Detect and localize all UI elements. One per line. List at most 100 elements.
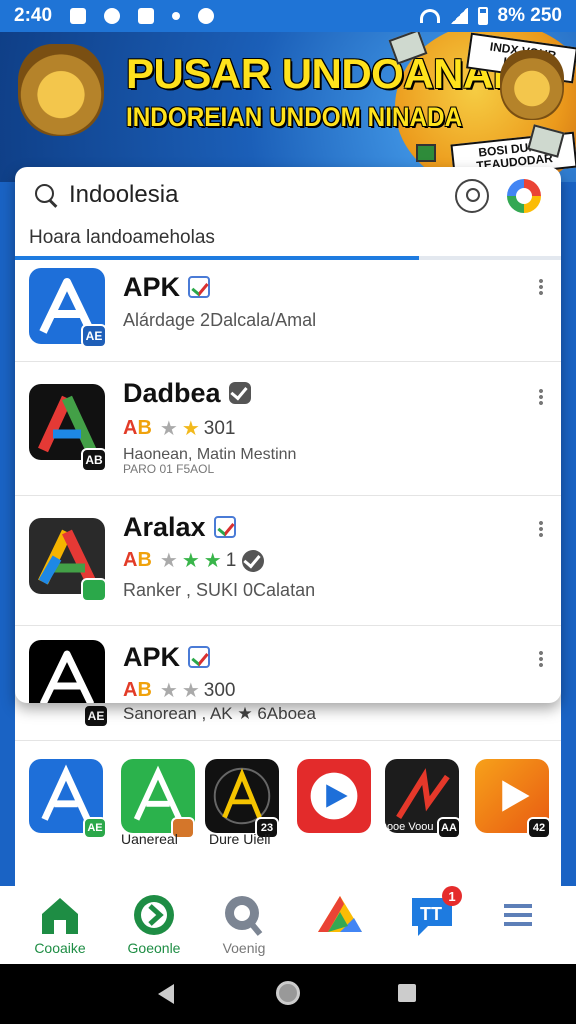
recents-icon[interactable] [398, 984, 416, 1002]
app-name: Dadbea [123, 378, 251, 409]
battery-icon [477, 7, 488, 25]
star-icon: ★ [181, 550, 200, 572]
star-icon: ★ [203, 550, 222, 572]
grid-badge: 42 [527, 817, 551, 839]
back-icon[interactable] [158, 984, 174, 1004]
battery-text: 8% 250 [497, 5, 562, 26]
rating-ab-mark: AB [123, 417, 152, 439]
nav-item-menu[interactable] [478, 892, 558, 962]
nav-item-search[interactable]: Voenig [204, 892, 284, 962]
grid-badge: AE [83, 817, 107, 839]
nav-item-share[interactable]: Goeonle [114, 892, 194, 962]
search-bar [15, 167, 561, 223]
app-badge: AE [83, 704, 109, 728]
app-name-text: Dadbea [123, 378, 221, 408]
nav-item-drive[interactable] [300, 892, 380, 962]
app-name-text: APK [123, 272, 181, 302]
star-icon: ★ [181, 680, 200, 702]
result-row[interactable]: APK AB ★ ★ 300 [15, 626, 561, 703]
a-logo-icon [39, 650, 95, 703]
star-icon: ★ [159, 418, 178, 440]
search-panel: Hoara landoameholas AE APK Alárdage 2Dal… [15, 167, 561, 703]
app-name: Aralax [123, 512, 236, 543]
play-arrow-icon [310, 772, 358, 820]
search-suggestion[interactable]: Hoara landoameholas [29, 227, 215, 249]
app-subtitle: Ranker , SUKI 0Calatan [123, 580, 316, 600]
app-name: APK [123, 272, 211, 303]
garuda-emblem-icon [18, 44, 104, 136]
app-subtitle-secondary: PARO 01 F5AOL [123, 462, 215, 476]
grid-app-label: Dure Uiell [209, 831, 271, 847]
rating-ab-mark: AB [123, 679, 152, 701]
signal-icon [449, 8, 468, 24]
status-bar: 2:40 8% 250 [0, 0, 576, 32]
rating-text: 1 [225, 549, 237, 571]
more-options-icon[interactable] [539, 388, 543, 406]
nav-label: Cooaike [34, 940, 86, 956]
rating-text: 300 [203, 679, 236, 701]
nav-item-home[interactable]: Cooaike [20, 892, 100, 962]
search-icon[interactable] [33, 182, 59, 208]
app-icon [29, 640, 105, 703]
messenger-icon [104, 8, 121, 24]
bottom-navigation: Cooaike Goeonle Voenig TT 1 [0, 886, 576, 964]
result-row[interactable]: AB Dadbea AB ★ ★ 301 Haonean, Matin Mest… [15, 362, 561, 496]
rating-ab-mark: AB [123, 549, 152, 571]
bluetooth-icon [242, 549, 265, 572]
svg-text:TT: TT [420, 904, 442, 924]
app-rating: AB ★ ★ ★ 1 [123, 548, 265, 573]
verified-icon [188, 276, 211, 298]
clock: 2:40 [14, 5, 53, 26]
app-badge [81, 578, 107, 602]
star-icon: ★ [181, 418, 200, 440]
app-grid: AE 23 AA 42 Uanereal Dure Uiell Dooe Voo… [15, 740, 561, 860]
more-options-icon[interactable] [539, 278, 543, 296]
chat-icon: TT 1 [406, 886, 462, 938]
app-rating: AB ★ ★ 301 [123, 416, 235, 441]
app-badge: AB [81, 448, 107, 472]
background-app-list: AE Sanorean , AK ★ 6Aboea AE 23 AA 42 Ua… [15, 680, 561, 920]
list-item-subtitle: Sanorean , AK ★ 6Aboea [123, 704, 316, 723]
app-name-text: APK [123, 642, 181, 672]
more-options-icon[interactable] [539, 520, 543, 538]
star-icon: ★ [159, 550, 178, 572]
nav-label: Voenig [222, 940, 266, 956]
wifi-icon [419, 9, 440, 23]
home-icon [34, 892, 86, 938]
grid-badge: AA [437, 817, 461, 839]
menu-icon [492, 892, 544, 938]
search-input[interactable] [69, 181, 429, 209]
verified-icon [213, 516, 236, 538]
app-name: APK [123, 642, 211, 673]
app-rating: AB ★ ★ 300 [123, 678, 235, 703]
lens-search-icon[interactable] [455, 179, 489, 213]
notification-badge: 1 [442, 886, 462, 906]
app-name-text: Aralax [123, 512, 206, 542]
result-row[interactable]: AE APK Alárdage 2Dalcala/Amal [15, 260, 561, 362]
google-app-icon[interactable] [507, 179, 541, 213]
home-button-icon[interactable] [276, 981, 300, 1005]
search-icon [218, 892, 270, 938]
camera-icon [138, 8, 155, 24]
grid-app-icon[interactable] [297, 759, 371, 833]
share-icon [128, 892, 180, 938]
star-icon: ★ [159, 680, 178, 702]
dot-icon [172, 12, 181, 20]
bear-icon [198, 8, 215, 24]
app-badge: AE [81, 324, 107, 348]
money-decoration [416, 144, 436, 162]
result-row[interactable]: Aralax AB ★ ★ ★ 1 Ranker , SUKI 0Calatan [15, 496, 561, 626]
more-options-icon[interactable] [539, 650, 543, 668]
app-subtitle: Alárdage 2Dalcala/Amal [123, 310, 317, 330]
drive-icon [314, 892, 366, 938]
nav-item-chat[interactable]: TT 1 [392, 886, 472, 962]
garuda-emblem-small-icon [500, 50, 564, 120]
banner-subtitle: INDOREIAN UNDOM NINADA [126, 102, 463, 132]
verified-icon [188, 646, 211, 668]
promo-banner[interactable]: PUSAR UNDOANAIA INDOREIAN UNDOM NINADA I… [0, 32, 576, 182]
rating-text: 301 [203, 417, 236, 439]
nav-label: Goeonle [127, 940, 181, 956]
grid-app-label: Uanereal [121, 831, 178, 847]
notification-icon [70, 8, 87, 24]
grid-app-label: Dooe Voou [379, 821, 434, 833]
